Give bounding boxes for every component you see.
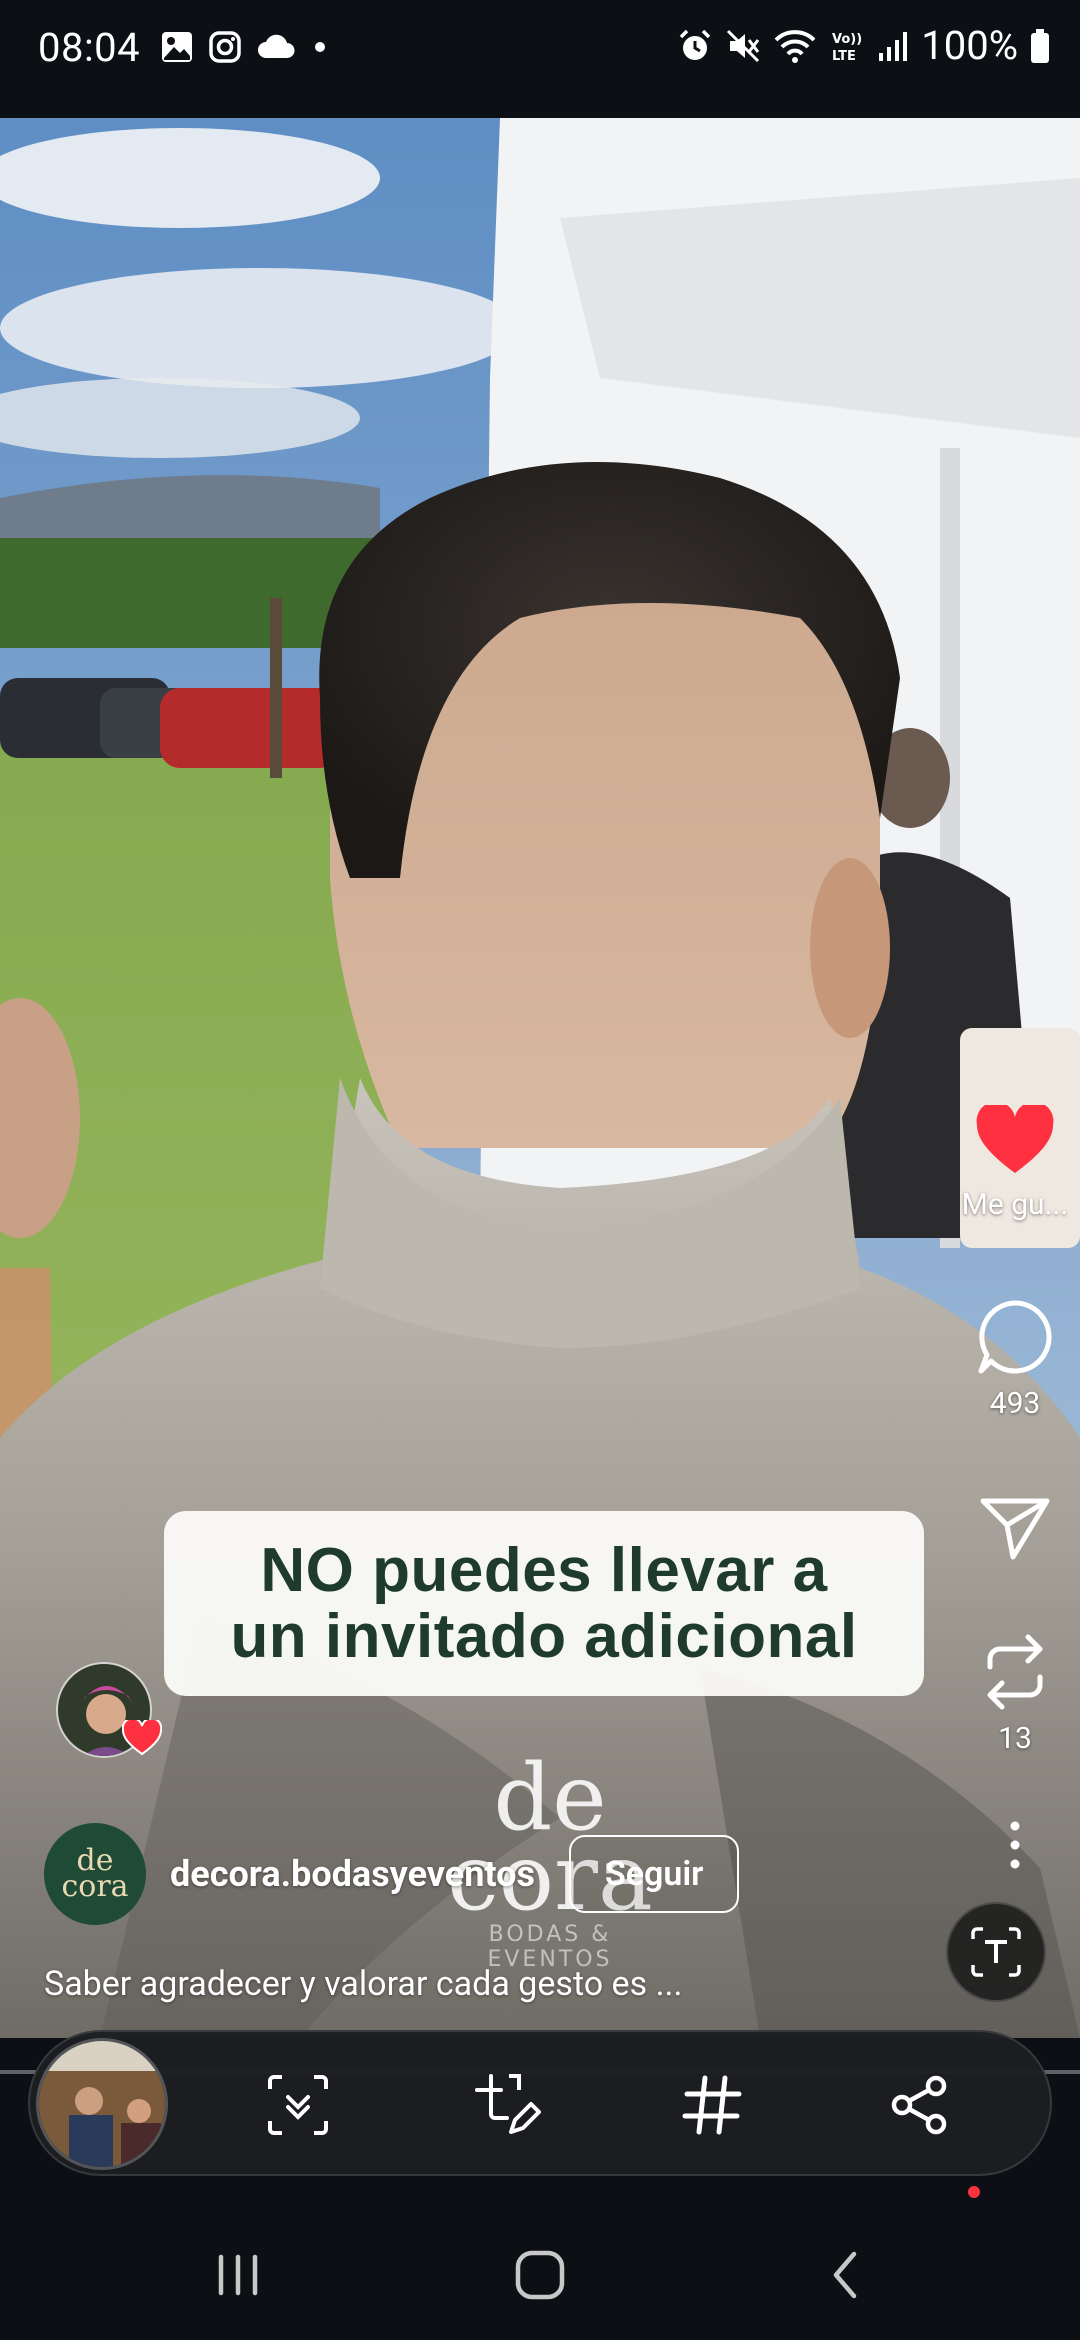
mute-icon	[727, 29, 760, 62]
comment-icon[interactable]	[976, 1298, 1054, 1376]
notification-dot	[968, 2186, 980, 2198]
more-vertical-icon[interactable]	[1005, 1820, 1025, 1870]
wifi-icon	[774, 29, 816, 63]
alarm-icon	[680, 29, 711, 60]
thumbnail-image	[39, 2041, 165, 2167]
comment-action[interactable]: 493	[950, 1298, 1080, 1421]
like-action[interactable]: Me gu...	[950, 1101, 1080, 1222]
video-caption: NO puedes llevar a un invitado adicional	[164, 1511, 924, 1696]
screenshot-toolbar	[28, 2030, 1052, 2176]
instagram-icon	[209, 31, 241, 63]
hashtag-icon	[682, 2075, 742, 2135]
text-extract-icon	[971, 1927, 1021, 1977]
like-label: Me gu...	[961, 1187, 1069, 1222]
status-time: 08:04	[38, 24, 141, 71]
back-icon	[833, 2251, 857, 2299]
share-button[interactable]	[880, 2065, 960, 2145]
share-icon	[891, 2075, 947, 2135]
account-name[interactable]: decora.bodasyeventos	[170, 1853, 535, 1895]
signal-icon	[879, 31, 908, 61]
extract-text-button[interactable]	[946, 1902, 1046, 2002]
battery-icon	[1031, 28, 1049, 63]
edit-icon	[475, 2074, 541, 2134]
gallery-icon	[162, 32, 192, 62]
home-button[interactable]	[495, 2240, 585, 2310]
svg-text:LTE: LTE	[832, 49, 856, 64]
hashtag-button[interactable]	[672, 2065, 752, 2145]
reel-video[interactable]: NO puedes llevar a un invitado adicional…	[0, 118, 1080, 2038]
repost-action[interactable]: 13	[950, 1633, 1080, 1756]
status-left-icons	[160, 30, 330, 64]
edit-button[interactable]	[466, 2065, 546, 2145]
home-icon	[515, 2250, 565, 2300]
scroll-capture-button[interactable]	[258, 2065, 338, 2145]
reel-description[interactable]: Saber agradecer y valorar cada gesto es …	[44, 1964, 682, 2004]
more-options[interactable]	[950, 1820, 1080, 1874]
send-icon[interactable]	[979, 1495, 1051, 1561]
dot-icon	[315, 42, 325, 52]
follow-button[interactable]: Seguir	[568, 1835, 740, 1913]
battery-percent: 100%	[921, 22, 1018, 69]
cloud-icon	[258, 34, 295, 58]
recents-icon	[218, 2254, 258, 2296]
account-row: de cora decora.bodasyeventos Seguir	[44, 1822, 740, 1926]
heart-badge-icon	[122, 1720, 162, 1756]
caption-line-2: un invitado adicional	[230, 1601, 858, 1671]
account-avatar[interactable]: de cora	[44, 1823, 146, 1925]
status-right-icons: Vo)) LTE 100%	[677, 22, 1050, 69]
repost-icon[interactable]	[980, 1633, 1050, 1711]
comment-count: 493	[989, 1386, 1041, 1421]
recents-button[interactable]	[193, 2240, 283, 2310]
back-button[interactable]	[800, 2240, 890, 2310]
volte-icon: Vo)) LTE	[832, 32, 862, 64]
navigation-bar	[0, 2200, 1080, 2340]
caption-line-1: NO puedes llevar a	[260, 1535, 828, 1605]
account-logo-line-2: cora	[61, 1869, 129, 1904]
status-bar: 08:04 Vo)) LTE 100%	[0, 0, 1080, 118]
heart-icon[interactable]	[975, 1101, 1055, 1177]
scroll-capture-icon	[268, 2075, 328, 2135]
repost-count: 13	[998, 1721, 1032, 1756]
svg-text:Vo)): Vo))	[832, 32, 862, 47]
screenshot-thumbnail[interactable]	[36, 2038, 168, 2170]
share-direct-action[interactable]	[950, 1495, 1080, 1565]
